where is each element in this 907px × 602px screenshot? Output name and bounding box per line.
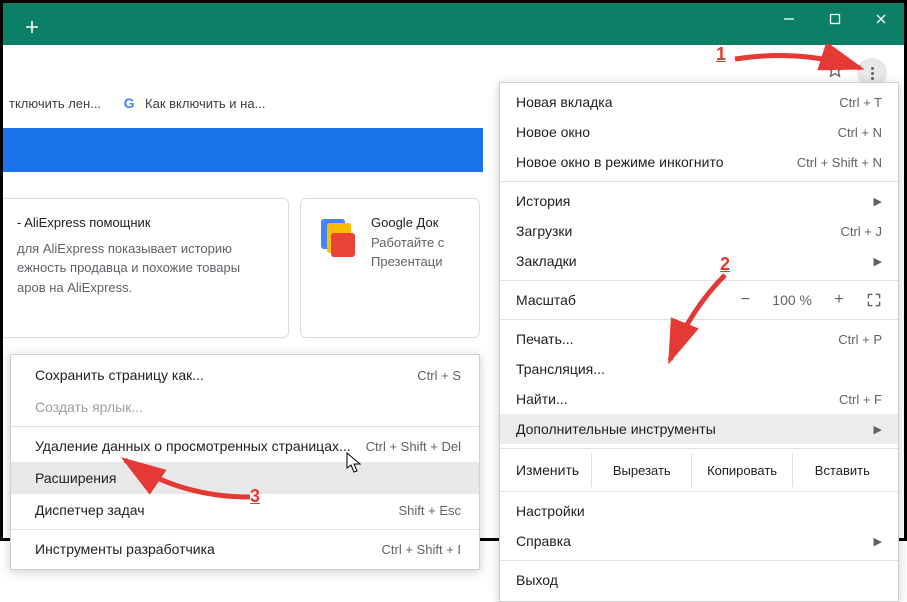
submenu-extensions[interactable]: Расширения [11,462,479,494]
menu-print[interactable]: Печать... Ctrl + P [500,324,898,354]
chevron-right-icon: ▶ [874,195,882,208]
bookmark-label: тключить лен... [9,96,101,111]
menu-copy[interactable]: Копировать [691,453,791,487]
maximize-button[interactable] [812,3,858,35]
submenu-task-manager[interactable]: Диспетчер задач Shift + Esc [11,494,479,526]
menu-cast[interactable]: Трансляция... [500,354,898,384]
submenu-create-shortcut: Создать ярлык... [11,391,479,423]
close-button[interactable] [858,3,904,35]
titlebar [3,3,904,45]
menu-edit-row: Изменить Вырезать Копировать Вставить [500,453,898,487]
annotation-number-1: 1 [716,44,726,65]
menu-paste[interactable]: Вставить [792,453,892,487]
menu-more-tools[interactable]: Дополнительные инструменты ▶ [500,414,898,444]
bookmark-item[interactable]: G Как включить и на... [121,95,265,111]
extension-card-aliexpress: - AliExpress помощник для AliExpress пок… [3,198,289,338]
annotation-number-3: 3 [250,486,260,507]
zoom-out-button[interactable]: − [734,291,756,309]
annotation-number-2: 2 [720,254,730,275]
chevron-right-icon: ▶ [874,423,882,436]
menu-new-tab[interactable]: Новая вкладка Ctrl + T [500,87,898,117]
menu-find[interactable]: Найти... Ctrl + F [500,384,898,414]
submenu-save-page[interactable]: Сохранить страницу как... Ctrl + S [11,359,479,391]
menu-new-window[interactable]: Новое окно Ctrl + N [500,117,898,147]
menu-bookmarks[interactable]: Закладки ▶ [500,246,898,276]
bookmark-item[interactable]: тключить лен... [9,96,101,111]
card-title: Google Док [371,213,444,233]
minimize-button[interactable] [766,3,812,35]
submenu-dev-tools[interactable]: Инструменты разработчика Ctrl + Shift + … [11,533,479,565]
zoom-value: 100 % [772,292,812,308]
menu-cut[interactable]: Вырезать [591,453,691,487]
chevron-right-icon: ▶ [874,255,882,268]
bookmark-label: Как включить и на... [145,96,265,111]
more-tools-submenu: Сохранить страницу как... Ctrl + S Созда… [10,354,480,570]
submenu-clear-browsing-data[interactable]: Удаление данных о просмотренных страница… [11,430,479,462]
menu-incognito[interactable]: Новое окно в режиме инкогнито Ctrl + Shi… [500,147,898,177]
menu-exit[interactable]: Выход [500,565,898,595]
fullscreen-icon[interactable] [868,294,881,307]
zoom-in-button[interactable]: + [828,291,850,309]
new-tab-button[interactable] [17,12,47,42]
chevron-right-icon: ▶ [874,535,882,548]
google-icon: G [121,95,137,111]
menu-downloads[interactable]: Загрузки Ctrl + J [500,216,898,246]
menu-zoom: Масштаб − 100 % + [500,285,898,315]
mouse-cursor-icon [346,452,364,474]
menu-help[interactable]: Справка ▶ [500,526,898,556]
extension-card-google-docs: Google Док Работайте с Презентаци [300,198,480,338]
content-header-band [3,128,483,172]
google-docs-icon [315,219,357,261]
card-title: - AliExpress помощник [17,213,274,233]
menu-settings[interactable]: Настройки [500,496,898,526]
menu-history[interactable]: История ▶ [500,186,898,216]
main-menu: Новая вкладка Ctrl + T Новое окно Ctrl +… [499,82,899,602]
